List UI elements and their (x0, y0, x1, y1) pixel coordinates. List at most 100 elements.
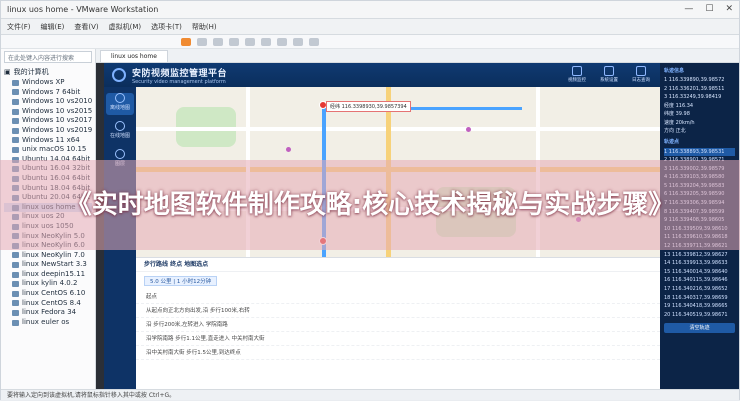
unity-icon[interactable] (277, 37, 287, 46)
track-point-row[interactable]: 14 116.339913,39.98633 (664, 259, 735, 268)
poi-marker[interactable] (286, 147, 291, 152)
revert-icon[interactable] (229, 37, 239, 46)
send-keys-icon[interactable] (197, 37, 207, 46)
library-item-label: unix macOS 10.15 (22, 145, 87, 154)
vm-icon (12, 271, 19, 278)
menu-file[interactable]: 文件(F) (7, 22, 31, 32)
library-item-label: Windows 10 vs2010 (22, 97, 93, 106)
header-btn-log[interactable]: 日志查询 (630, 66, 652, 84)
menu-help[interactable]: 帮助(H) (192, 22, 217, 32)
coordinate-popup: 经纬 116.3398930,39.9857394 (326, 101, 411, 112)
snapshot-icon[interactable] (213, 37, 223, 46)
toolbar (1, 35, 739, 49)
app-header: 安防视频监控管理平台 Security video management pla… (104, 63, 660, 87)
console-view-icon[interactable] (293, 37, 303, 46)
track-info-row: 纬度 39.98 (664, 111, 690, 117)
library-item[interactable]: linux CentOS 6.10 (4, 289, 92, 299)
route-step[interactable]: 沿 步行200米,左转进入 学院南路 (136, 318, 660, 332)
route-step[interactable]: 沿中关村南大街 步行1.5公里,到达终点 (136, 346, 660, 360)
close-button[interactable]: ✕ (725, 4, 733, 14)
library-item-label: linux CentOS 6.10 (22, 289, 86, 298)
library-item[interactable]: Windows 10 vs2015 (4, 107, 92, 117)
track-info-row: 3 116.33249,39.98419 (664, 94, 722, 100)
window-controls: — ☐ ✕ (684, 4, 733, 14)
library-item-label: linux NewStart 3.3 (22, 260, 87, 269)
library-item[interactable]: Windows 11 x64 (4, 136, 92, 146)
route-step[interactable]: 起点 (136, 290, 660, 304)
menu-tabs[interactable]: 选项卡(T) (151, 22, 182, 32)
fullscreen-icon[interactable] (261, 37, 271, 46)
library-item-label: Windows 7 64bit (22, 87, 81, 96)
menu-bar: 文件(F) 编辑(E) 查看(V) 虚拟机(M) 选项卡(T) 帮助(H) (1, 19, 739, 35)
track-point-row[interactable]: 1 116.338893,39.98531 (664, 147, 735, 157)
banner-title: 《实时地图软件制作攻略:核心技术揭秘与实战步骤》 (65, 190, 675, 220)
library-item-label: linux NeoKylin 7.0 (22, 250, 85, 259)
route-panel: 步行路线 终点 地图选点 5.0 公里 | 1 小时12分钟 起点 从起点向正北方… (136, 257, 660, 389)
library-search-input[interactable]: 在此处键入内容进行搜索 (4, 51, 92, 63)
library-item[interactable]: Windows XP (4, 78, 92, 88)
library-item[interactable]: linux kylin 4.0.2 (4, 279, 92, 289)
library-root-label: 我的计算机 (13, 68, 49, 76)
library-item[interactable]: linux NewStart 3.3 (4, 260, 92, 270)
stretch-icon[interactable] (309, 37, 319, 46)
header-btn-settings[interactable]: 系统设置 (598, 66, 620, 84)
vm-icon (12, 300, 19, 307)
minimize-button[interactable]: — (684, 4, 693, 14)
library-item[interactable]: linux NeoKylin 7.0 (4, 251, 92, 261)
track-points-title: 轨迹点 (664, 138, 680, 145)
track-point-row[interactable]: 15 116.340014,39.98640 (664, 268, 735, 277)
header-btn-video[interactable]: 视频监控 (566, 66, 588, 84)
map-icon (115, 93, 125, 103)
vm-icon (12, 252, 19, 259)
library-item-label: linux Fedora 34 (22, 308, 77, 317)
maximize-button[interactable]: ☐ (705, 4, 713, 14)
library-item-label: Windows 11 x64 (22, 135, 80, 144)
manage-snapshots-icon[interactable] (245, 37, 255, 46)
library-item[interactable]: unix macOS 10.15 (4, 145, 92, 155)
globe-icon (115, 121, 125, 131)
nav-online-map[interactable]: 在线地图 (106, 121, 134, 143)
track-point-row[interactable]: 18 116.340317,39.98659 (664, 294, 735, 303)
library-item[interactable]: Windows 10 vs2019 (4, 126, 92, 136)
library-root[interactable]: ▣ 我的计算机 (4, 66, 92, 78)
library-item[interactable]: linux CentOS 8.4 (4, 299, 92, 309)
nav-online-map-label: 在线地图 (109, 133, 130, 139)
library-item-label: Windows 10 vs2015 (22, 106, 93, 115)
vm-icon (12, 146, 19, 153)
track-point-row[interactable]: 19 116.340418,39.98665 (664, 302, 735, 311)
track-info-row: 2 116.336201,39.98511 (664, 85, 725, 92)
tab-linux-uos-home[interactable]: linux uos home (100, 50, 168, 62)
route-step[interactable]: 从起点向正北方向出发,沿 步行100米,右转 (136, 304, 660, 318)
menu-edit[interactable]: 编辑(E) (41, 22, 65, 32)
menu-view[interactable]: 查看(V) (74, 22, 98, 32)
library-item[interactable]: Windows 7 64bit (4, 88, 92, 98)
track-point-row[interactable]: 16 116.340115,39.98646 (664, 276, 735, 285)
route-distance-chip[interactable]: 5.0 公里 | 1 小时12分钟 (144, 276, 218, 286)
map-road (136, 127, 660, 131)
nav-offline-map[interactable]: 离线地图 (106, 93, 134, 115)
platform-logo-icon (112, 68, 126, 82)
library-item-label: Windows XP (22, 78, 65, 86)
track-point-row[interactable]: 17 116.340216,39.98652 (664, 285, 735, 294)
vm-icon (12, 108, 19, 115)
route-steps: 起点 从起点向正北方向出发,沿 步行100米,右转沿 步行200米,左转进入 学院… (136, 290, 660, 360)
library-item[interactable]: linux euler os (4, 318, 92, 328)
status-bar: 要将输入定向到该虚拟机,请将鼠标指针移入其中或按 Ctrl+G。 (1, 389, 739, 400)
pause-icon[interactable] (181, 37, 191, 46)
library-item[interactable]: linux Fedora 34 (4, 308, 92, 318)
app-title: 安防视频监控管理平台 (132, 68, 228, 79)
poi-marker[interactable] (466, 127, 471, 132)
library-item-label: linux deepin15.11 (22, 269, 86, 278)
library-item[interactable]: Windows 10 vs2017 (4, 116, 92, 126)
track-point-row[interactable]: 13 116.339812,39.98627 (664, 251, 735, 260)
computer-icon: ▣ (4, 68, 11, 76)
library-item[interactable]: linux deepin15.11 (4, 270, 92, 280)
header-btn-video-label: 视频监控 (568, 78, 586, 83)
menu-vm[interactable]: 虚拟机(M) (109, 22, 142, 32)
library-item[interactable]: Windows 10 vs2010 (4, 97, 92, 107)
clear-track-button[interactable]: 清空轨迹 (664, 323, 735, 334)
track-info-title: 轨迹信息 (664, 68, 685, 74)
route-step[interactable]: 沿学院南路 步行1.1公里,直走进入 中关村南大街 (136, 332, 660, 346)
track-info-row: 经度 116.34 (664, 102, 694, 109)
track-point-row[interactable]: 20 116.340519,39.98671 (664, 311, 735, 320)
